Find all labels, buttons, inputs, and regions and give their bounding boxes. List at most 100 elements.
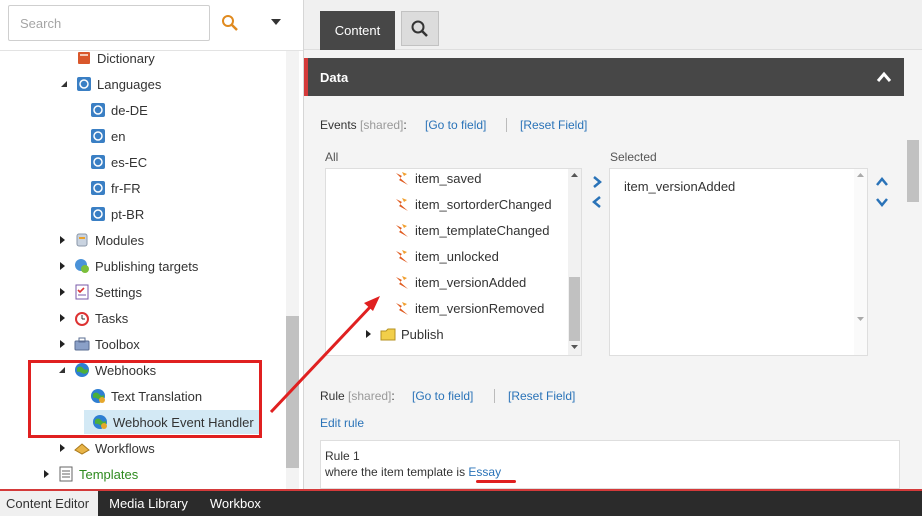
- tree-search-input[interactable]: [8, 5, 210, 41]
- events-goto-field-link[interactable]: [Go to field]: [425, 118, 486, 132]
- tree-search-button[interactable]: [214, 6, 248, 40]
- tree-item-pt-br[interactable]: pt-BR: [72, 202, 144, 226]
- list-item[interactable]: item_versionAdded: [624, 175, 735, 197]
- search-tab-button[interactable]: [401, 11, 439, 46]
- bottom-app-bar: Content Editor Media Library Workbox: [0, 489, 922, 516]
- expand-arrow-icon[interactable]: [56, 254, 68, 278]
- move-down-icon[interactable]: [875, 195, 889, 209]
- tree-item-label: Templates: [79, 466, 139, 482]
- bottom-tab-workbox[interactable]: Workbox: [199, 491, 272, 516]
- tree-item-label: Dictionary: [97, 50, 155, 66]
- scroll-down-icon[interactable]: [568, 341, 581, 353]
- expand-arrow-icon[interactable]: [56, 332, 68, 356]
- list-item[interactable]: item_templateChanged: [394, 219, 549, 241]
- tree-item-label: fr-FR: [111, 180, 141, 196]
- language-icon: [91, 155, 105, 169]
- rule-title: Rule 1: [325, 449, 360, 463]
- tree-item-label: Settings: [95, 284, 142, 300]
- bottom-tab-content-editor[interactable]: Content Editor: [0, 491, 99, 516]
- tree-item-en[interactable]: en: [72, 124, 125, 148]
- tree-item-label: Workflows: [95, 440, 155, 456]
- events-selected-list[interactable]: item_versionAdded: [609, 168, 868, 356]
- events-field-label: Events [shared]:: [320, 118, 407, 132]
- list-item[interactable]: item_sortorderChanged: [394, 193, 552, 215]
- tree-item-templates[interactable]: Templates: [40, 462, 138, 486]
- bottom-tab-media-library[interactable]: Media Library: [98, 491, 199, 516]
- workflows-icon: [74, 443, 90, 455]
- settings-checklist-icon: [75, 284, 89, 300]
- rule-display: Rule 1 where the item template is Essay: [320, 440, 900, 489]
- list-item[interactable]: item_versionAdded: [394, 271, 526, 293]
- rule-text: where the item template is Essay: [325, 465, 502, 479]
- event-icon: [396, 275, 408, 289]
- folder-icon: [380, 328, 396, 340]
- tree-scrollbar-thumb[interactable]: [286, 316, 299, 468]
- scroll-up-icon[interactable]: [854, 169, 867, 181]
- templates-icon: [59, 466, 73, 482]
- events-all-list[interactable]: item_saved item_sortorderChanged item_te…: [325, 168, 582, 356]
- tree-item-settings[interactable]: Settings: [56, 280, 142, 304]
- events-reset-field-link[interactable]: [Reset Field]: [520, 118, 587, 132]
- collapse-arrow-icon[interactable]: [58, 72, 70, 96]
- event-icon: [396, 301, 408, 315]
- language-icon: [77, 77, 91, 91]
- rule-field-label: Rule [shared]:: [320, 389, 395, 403]
- tree-item-label: de-DE: [111, 102, 148, 118]
- chevron-up-icon[interactable]: [876, 70, 892, 84]
- tree-item-languages[interactable]: Languages: [58, 72, 161, 96]
- tree-item-modules[interactable]: Modules: [56, 228, 144, 252]
- event-icon: [396, 223, 408, 237]
- list-item[interactable]: Publish: [364, 323, 444, 345]
- highlight-box: [28, 360, 262, 438]
- expand-arrow-icon[interactable]: [56, 280, 68, 304]
- tree-options-dropdown[interactable]: [266, 12, 286, 32]
- selected-list-scrollbar-track[interactable]: [854, 169, 867, 355]
- expand-arrow-icon[interactable]: [56, 436, 68, 460]
- scroll-up-icon[interactable]: [568, 169, 581, 181]
- tree-item-publishing-targets[interactable]: Publishing targets: [56, 254, 198, 278]
- editor-scrollbar-track[interactable]: [905, 58, 922, 489]
- language-icon: [91, 129, 105, 143]
- tree-item-es-ec[interactable]: es-EC: [72, 150, 147, 174]
- tree-item-toolbox[interactable]: Toolbox: [56, 332, 140, 356]
- tree-item-label: Modules: [95, 232, 145, 248]
- language-icon: [91, 207, 105, 221]
- expand-arrow-icon[interactable]: [56, 228, 68, 252]
- tree-item-de-de[interactable]: de-DE: [72, 98, 148, 122]
- tab-content[interactable]: Content: [320, 11, 395, 50]
- rule-template-link[interactable]: Essay: [468, 465, 501, 479]
- section-header-data[interactable]: Data: [304, 58, 904, 96]
- tree-item-label: Publishing targets: [95, 258, 199, 274]
- list-item[interactable]: item_versionRemoved: [394, 297, 544, 319]
- tree-item-fr-fr[interactable]: fr-FR: [72, 176, 141, 200]
- expand-arrow-icon[interactable]: [56, 306, 68, 330]
- rule-goto-field-link[interactable]: [Go to field]: [412, 389, 473, 403]
- expand-arrow-icon[interactable]: [40, 462, 52, 486]
- list-item[interactable]: item_saved: [394, 167, 481, 189]
- edit-rule-link[interactable]: Edit rule: [320, 416, 364, 430]
- editor-scrollbar-thumb[interactable]: [907, 140, 919, 202]
- toolbox-icon: [74, 337, 90, 351]
- rule-reset-field-link[interactable]: [Reset Field]: [508, 389, 575, 403]
- expand-arrow-icon[interactable]: [364, 329, 372, 339]
- dictionary-icon: [78, 52, 90, 64]
- editor-tab-bar: Content: [304, 0, 922, 50]
- divider: [506, 118, 507, 132]
- event-icon: [396, 197, 408, 211]
- modules-icon: [76, 233, 88, 247]
- all-list-scrollbar-thumb[interactable]: [569, 277, 580, 341]
- add-arrow-icon[interactable]: [590, 175, 604, 189]
- list-item[interactable]: item_unlocked: [394, 245, 499, 267]
- caret-down-icon: [271, 19, 281, 25]
- content-editor-pane: Content Data Events [shared]: [Go to fie…: [304, 0, 922, 489]
- tree-item-tasks[interactable]: Tasks: [56, 306, 128, 330]
- scroll-down-icon[interactable]: [854, 313, 867, 325]
- tree-item-workflows[interactable]: Workflows: [56, 436, 155, 460]
- move-up-icon[interactable]: [875, 175, 889, 189]
- language-icon: [91, 181, 105, 195]
- event-icon: [396, 249, 408, 263]
- tree-item-dictionary[interactable]: Dictionary: [58, 46, 155, 70]
- publishing-targets-icon: [75, 259, 89, 273]
- remove-arrow-icon[interactable]: [590, 195, 604, 209]
- tree-item-label: es-EC: [111, 154, 148, 170]
